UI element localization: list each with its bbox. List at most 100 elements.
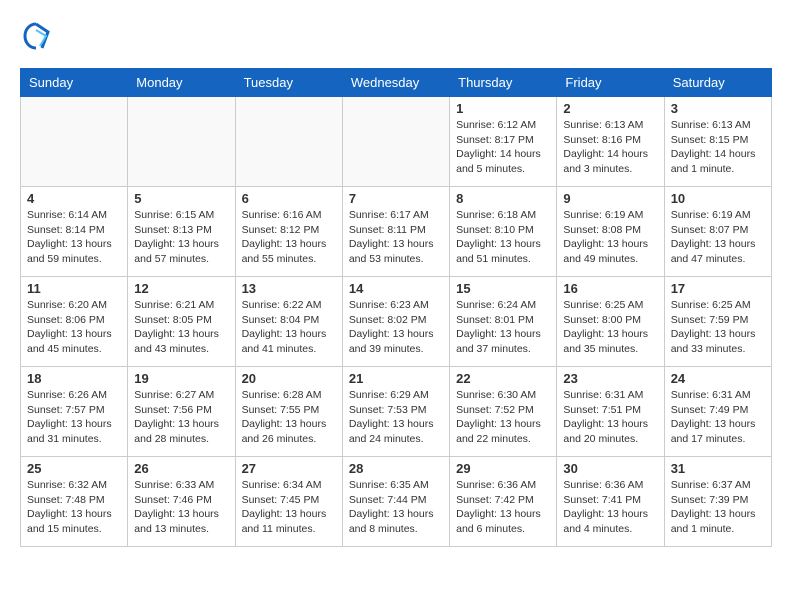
calendar-day-cell: 22 Sunrise: 6:30 AM Sunset: 7:52 PM Dayli…: [450, 367, 557, 457]
day-info: Sunrise: 6:34 AM Sunset: 7:45 PM Dayligh…: [242, 478, 336, 537]
day-info: Sunrise: 6:19 AM Sunset: 8:07 PM Dayligh…: [671, 208, 765, 267]
day-number: 25: [27, 461, 121, 476]
day-info: Sunrise: 6:21 AM Sunset: 8:05 PM Dayligh…: [134, 298, 228, 357]
calendar-day-cell: 23 Sunrise: 6:31 AM Sunset: 7:51 PM Dayli…: [557, 367, 664, 457]
day-number: 28: [349, 461, 443, 476]
day-number: 5: [134, 191, 228, 206]
calendar-week-row: 11 Sunrise: 6:20 AM Sunset: 8:06 PM Dayli…: [21, 277, 772, 367]
day-number: 6: [242, 191, 336, 206]
day-number: 26: [134, 461, 228, 476]
day-number: 18: [27, 371, 121, 386]
day-number: 24: [671, 371, 765, 386]
calendar-day-cell: 29Sunrise: 6:36 AM Sunset: 7:42 PM Dayli…: [450, 457, 557, 547]
calendar-day-cell: 6 Sunrise: 6:16 AM Sunset: 8:12 PM Daylig…: [235, 187, 342, 277]
calendar-day-cell: 14 Sunrise: 6:23 AM Sunset: 8:02 PM Dayli…: [342, 277, 449, 367]
day-number: 7: [349, 191, 443, 206]
day-number: 3: [671, 101, 765, 116]
calendar-week-row: 18 Sunrise: 6:26 AM Sunset: 7:57 PM Dayli…: [21, 367, 772, 457]
calendar-day-cell: 24Sunrise: 6:31 AM Sunset: 7:49 PM Dayli…: [664, 367, 771, 457]
calendar-day-cell: 30 Sunrise: 6:36 AM Sunset: 7:41 PM Dayli…: [557, 457, 664, 547]
day-info: Sunrise: 6:24 AM Sunset: 8:01 PM Dayligh…: [456, 298, 550, 357]
day-number: 19: [134, 371, 228, 386]
calendar-day-cell: 4 Sunrise: 6:14 AM Sunset: 8:14 PM Daylig…: [21, 187, 128, 277]
day-info: Sunrise: 6:36 AM Sunset: 7:42 PM Dayligh…: [456, 478, 550, 537]
day-info: Sunrise: 6:33 AM Sunset: 7:46 PM Dayligh…: [134, 478, 228, 537]
day-info: Sunrise: 6:36 AM Sunset: 7:41 PM Dayligh…: [563, 478, 657, 537]
calendar-day-cell: 16 Sunrise: 6:25 AM Sunset: 8:00 PM Dayli…: [557, 277, 664, 367]
day-info: Sunrise: 6:19 AM Sunset: 8:08 PM Dayligh…: [563, 208, 657, 267]
calendar-day-cell: 27 Sunrise: 6:34 AM Sunset: 7:45 PM Dayli…: [235, 457, 342, 547]
calendar-day-cell: 15Sunrise: 6:24 AM Sunset: 8:01 PM Dayli…: [450, 277, 557, 367]
day-of-week-header: Saturday: [664, 69, 771, 97]
day-info: Sunrise: 6:32 AM Sunset: 7:48 PM Dayligh…: [27, 478, 121, 537]
day-number: 11: [27, 281, 121, 296]
day-info: Sunrise: 6:30 AM Sunset: 7:52 PM Dayligh…: [456, 388, 550, 447]
calendar-day-cell: 25 Sunrise: 6:32 AM Sunset: 7:48 PM Dayli…: [21, 457, 128, 547]
calendar-week-row: 4 Sunrise: 6:14 AM Sunset: 8:14 PM Daylig…: [21, 187, 772, 277]
calendar-day-cell: 28 Sunrise: 6:35 AM Sunset: 7:44 PM Dayli…: [342, 457, 449, 547]
day-number: 22: [456, 371, 550, 386]
calendar-day-cell: 8 Sunrise: 6:18 AM Sunset: 8:10 PM Daylig…: [450, 187, 557, 277]
day-number: 17: [671, 281, 765, 296]
day-of-week-header: Monday: [128, 69, 235, 97]
day-number: 12: [134, 281, 228, 296]
day-info: Sunrise: 6:29 AM Sunset: 7:53 PM Dayligh…: [349, 388, 443, 447]
calendar-day-cell: 21 Sunrise: 6:29 AM Sunset: 7:53 PM Dayli…: [342, 367, 449, 457]
day-number: 30: [563, 461, 657, 476]
day-of-week-header: Thursday: [450, 69, 557, 97]
day-info: Sunrise: 6:13 AM Sunset: 8:15 PM Dayligh…: [671, 118, 765, 177]
day-info: Sunrise: 6:26 AM Sunset: 7:57 PM Dayligh…: [27, 388, 121, 447]
day-info: Sunrise: 6:23 AM Sunset: 8:02 PM Dayligh…: [349, 298, 443, 357]
day-number: 23: [563, 371, 657, 386]
calendar-day-cell: 11 Sunrise: 6:20 AM Sunset: 8:06 PM Dayli…: [21, 277, 128, 367]
day-info: Sunrise: 6:28 AM Sunset: 7:55 PM Dayligh…: [242, 388, 336, 447]
day-number: 13: [242, 281, 336, 296]
calendar-day-cell: 7 Sunrise: 6:17 AM Sunset: 8:11 PM Daylig…: [342, 187, 449, 277]
calendar-day-cell: [21, 97, 128, 187]
day-number: 4: [27, 191, 121, 206]
day-info: Sunrise: 6:25 AM Sunset: 8:00 PM Dayligh…: [563, 298, 657, 357]
day-info: Sunrise: 6:17 AM Sunset: 8:11 PM Dayligh…: [349, 208, 443, 267]
day-info: Sunrise: 6:37 AM Sunset: 7:39 PM Dayligh…: [671, 478, 765, 537]
day-number: 16: [563, 281, 657, 296]
calendar-week-row: 25 Sunrise: 6:32 AM Sunset: 7:48 PM Dayli…: [21, 457, 772, 547]
calendar-header-row: SundayMondayTuesdayWednesdayThursdayFrid…: [21, 69, 772, 97]
day-of-week-header: Wednesday: [342, 69, 449, 97]
calendar-day-cell: 31Sunrise: 6:37 AM Sunset: 7:39 PM Dayli…: [664, 457, 771, 547]
day-number: 14: [349, 281, 443, 296]
day-number: 9: [563, 191, 657, 206]
calendar-day-cell: 5Sunrise: 6:15 AM Sunset: 8:13 PM Daylig…: [128, 187, 235, 277]
page-header: [20, 20, 772, 52]
calendar-table: SundayMondayTuesdayWednesdayThursdayFrid…: [20, 68, 772, 547]
day-number: 8: [456, 191, 550, 206]
calendar-day-cell: 3 Sunrise: 6:13 AM Sunset: 8:15 PM Daylig…: [664, 97, 771, 187]
day-info: Sunrise: 6:14 AM Sunset: 8:14 PM Dayligh…: [27, 208, 121, 267]
calendar-day-cell: 26 Sunrise: 6:33 AM Sunset: 7:46 PM Dayli…: [128, 457, 235, 547]
day-of-week-header: Sunday: [21, 69, 128, 97]
day-info: Sunrise: 6:31 AM Sunset: 7:51 PM Dayligh…: [563, 388, 657, 447]
day-info: Sunrise: 6:16 AM Sunset: 8:12 PM Dayligh…: [242, 208, 336, 267]
calendar-day-cell: 17 Sunrise: 6:25 AM Sunset: 7:59 PM Dayli…: [664, 277, 771, 367]
logo: [20, 20, 56, 52]
calendar-week-row: 1Sunrise: 6:12 AM Sunset: 8:17 PM Daylig…: [21, 97, 772, 187]
day-number: 10: [671, 191, 765, 206]
day-info: Sunrise: 6:35 AM Sunset: 7:44 PM Dayligh…: [349, 478, 443, 537]
day-number: 2: [563, 101, 657, 116]
calendar-day-cell: 12 Sunrise: 6:21 AM Sunset: 8:05 PM Dayli…: [128, 277, 235, 367]
day-info: Sunrise: 6:20 AM Sunset: 8:06 PM Dayligh…: [27, 298, 121, 357]
day-info: Sunrise: 6:27 AM Sunset: 7:56 PM Dayligh…: [134, 388, 228, 447]
day-info: Sunrise: 6:25 AM Sunset: 7:59 PM Dayligh…: [671, 298, 765, 357]
calendar-day-cell: 18 Sunrise: 6:26 AM Sunset: 7:57 PM Dayli…: [21, 367, 128, 457]
calendar-day-cell: 9 Sunrise: 6:19 AM Sunset: 8:08 PM Daylig…: [557, 187, 664, 277]
calendar-day-cell: [342, 97, 449, 187]
day-number: 1: [456, 101, 550, 116]
logo-icon: [20, 20, 52, 52]
calendar-day-cell: [128, 97, 235, 187]
day-number: 21: [349, 371, 443, 386]
calendar-day-cell: 20 Sunrise: 6:28 AM Sunset: 7:55 PM Dayli…: [235, 367, 342, 457]
calendar-day-cell: 13 Sunrise: 6:22 AM Sunset: 8:04 PM Dayli…: [235, 277, 342, 367]
day-info: Sunrise: 6:18 AM Sunset: 8:10 PM Dayligh…: [456, 208, 550, 267]
day-number: 27: [242, 461, 336, 476]
day-info: Sunrise: 6:22 AM Sunset: 8:04 PM Dayligh…: [242, 298, 336, 357]
day-number: 20: [242, 371, 336, 386]
